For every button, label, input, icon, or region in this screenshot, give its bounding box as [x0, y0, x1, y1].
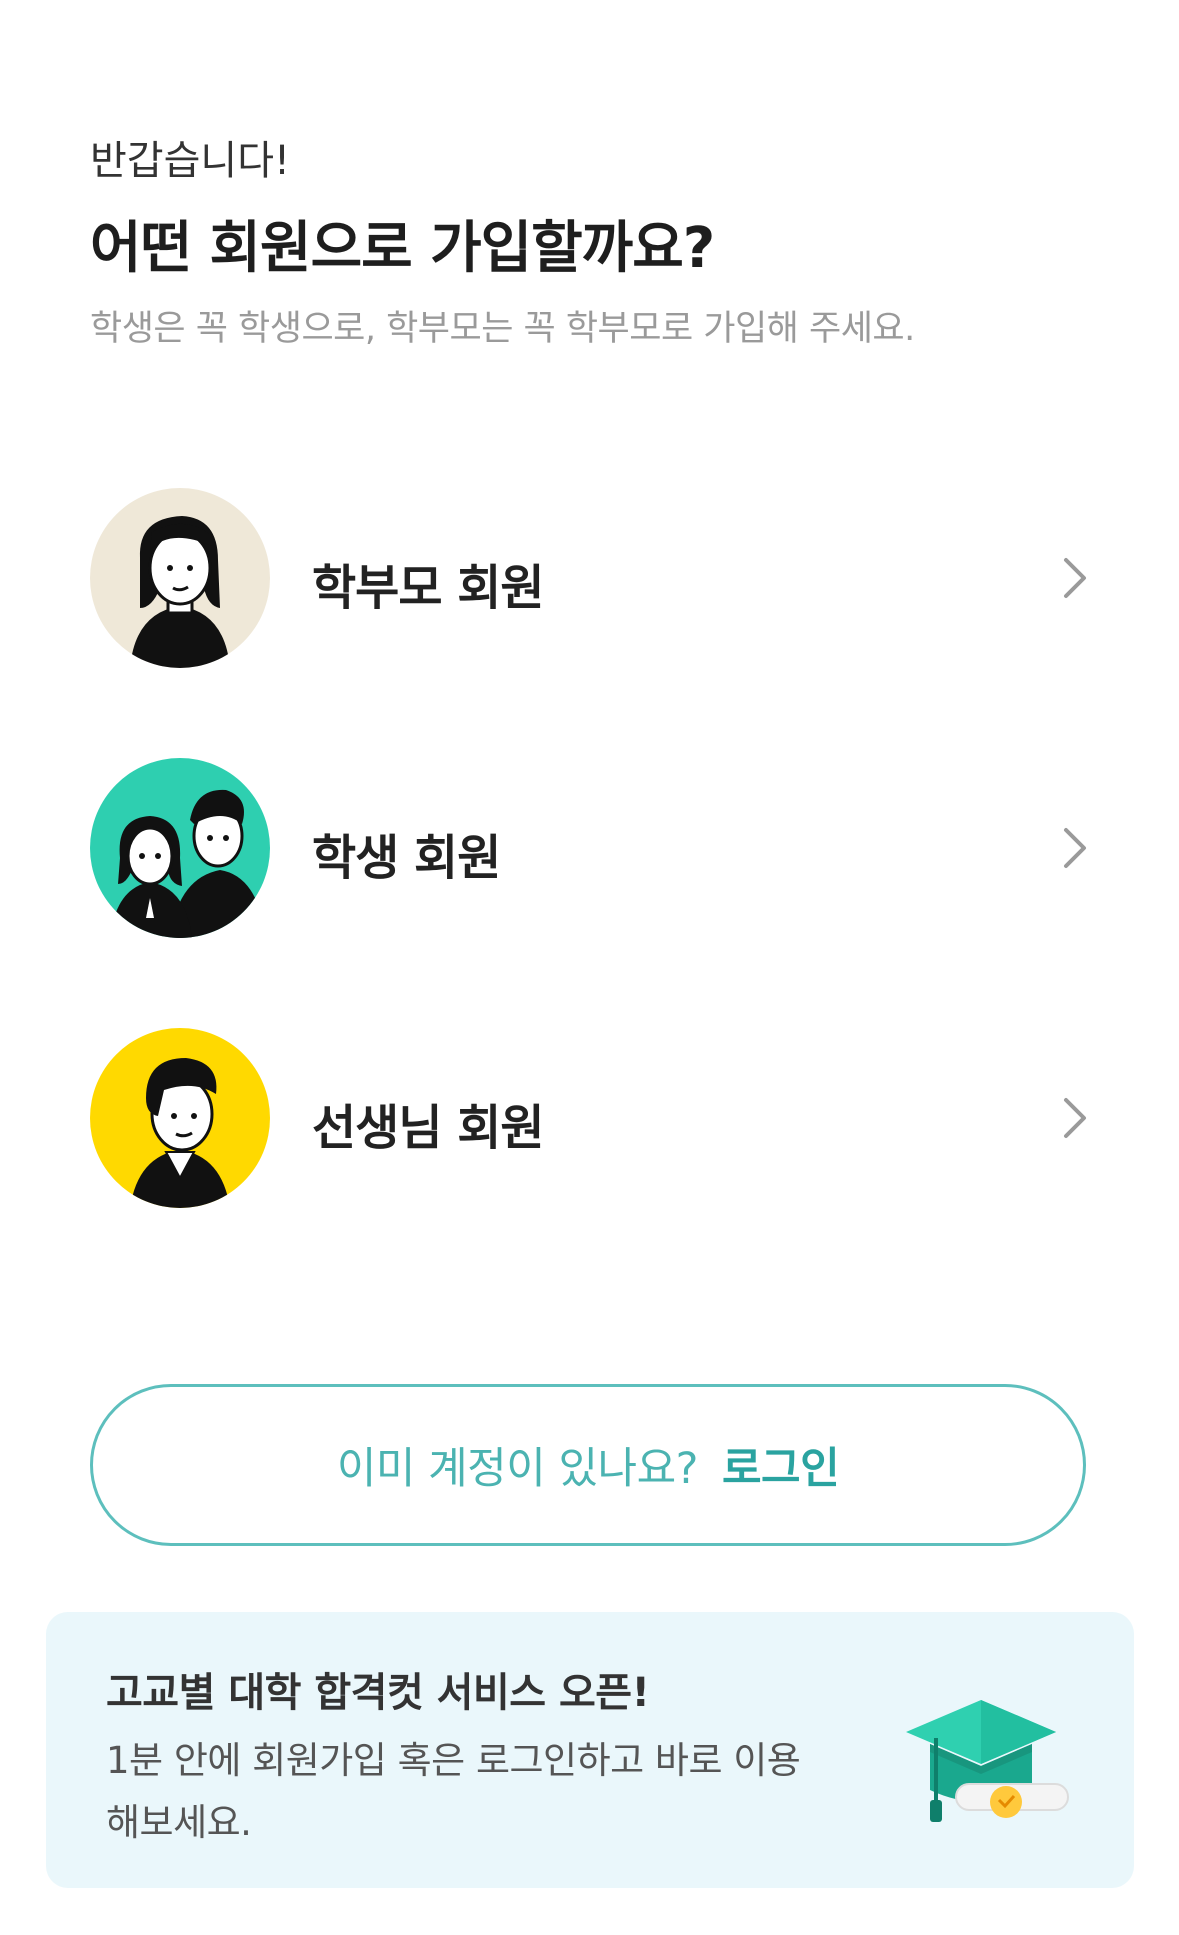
teacher-avatar-icon	[90, 1028, 270, 1208]
banner-title: 고교별 대학 합격컷 서비스 오픈!	[106, 1670, 650, 1716]
login-button[interactable]: 이미 계정이 있나요? 로그인	[90, 1384, 1086, 1546]
banner-description: 1분 안에 회원가입 혹은 로그인하고 바로 이용해보세요.	[106, 1739, 801, 1844]
chevron-right-icon	[1064, 1098, 1086, 1138]
page-title: 어떤 회원으로 가입할까요?	[90, 216, 715, 281]
chevron-right-icon	[1064, 558, 1086, 598]
greeting: 반갑습니다!	[90, 138, 291, 184]
teacher-member-label: 선생님 회원	[312, 1100, 545, 1156]
page-subtitle: 학생은 꼭 학생으로, 학부모는 꼭 학부모로 가입해 주세요.	[90, 309, 915, 349]
login-prompt: 이미 계정이 있나요?	[336, 1444, 699, 1494]
teacher-member-option[interactable]: 선생님 회원	[0, 1018, 1179, 1218]
parent-member-option[interactable]: 학부모 회원	[0, 478, 1179, 678]
graduation-cap-icon	[906, 1700, 1069, 1822]
students-avatar-icon	[90, 758, 270, 938]
chevron-right-icon	[1064, 828, 1086, 868]
parent-member-label: 학부모 회원	[312, 560, 545, 616]
login-action: 로그인	[721, 1444, 840, 1494]
student-member-option[interactable]: 학생 회원	[0, 748, 1179, 948]
parent-avatar-icon	[90, 488, 270, 668]
promo-banner[interactable]: 고교별 대학 합격컷 서비스 오픈! 1분 안에 회원가입 혹은 로그인하고 바…	[46, 1612, 1134, 1888]
student-member-label: 학생 회원	[312, 830, 501, 886]
